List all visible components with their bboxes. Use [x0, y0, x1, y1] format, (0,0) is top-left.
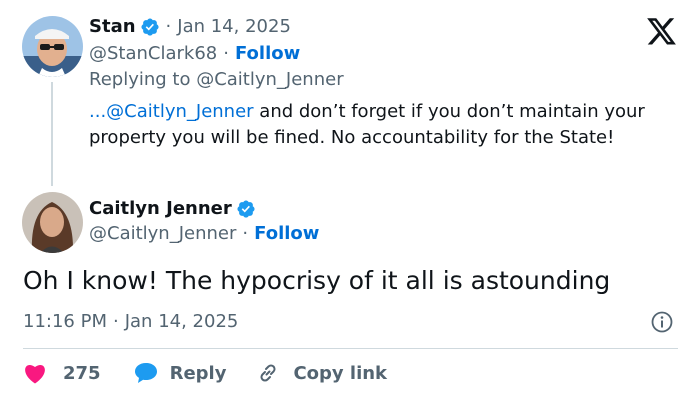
- quoted-handle[interactable]: @StanClark68: [89, 43, 217, 64]
- heart-icon: [25, 365, 45, 384]
- follow-stan-button[interactable]: Follow: [235, 43, 300, 64]
- tweet-text: Oh I know! The hypocrisy of it all is as…: [23, 266, 611, 295]
- x-logo-icon[interactable]: [647, 18, 677, 46]
- tweet-date: Jan 14, 2025: [124, 311, 239, 332]
- mention-link[interactable]: ...@Caitlyn_Jenner: [89, 101, 254, 122]
- copy-link-button[interactable]: Copy link: [256, 361, 387, 385]
- tweet-time: 11:16 PM: [23, 311, 107, 332]
- like-count: 275: [63, 362, 101, 384]
- tweet-handle[interactable]: @Caitlyn_Jenner: [89, 223, 236, 244]
- tweet-author-name[interactable]: Caitlyn Jenner: [89, 198, 232, 219]
- verified-badge-icon: [236, 199, 256, 219]
- caitlyn-avatar[interactable]: [22, 192, 83, 253]
- quoted-date[interactable]: Jan 14, 2025: [177, 16, 291, 37]
- stan-avatar[interactable]: [22, 16, 83, 77]
- like-button[interactable]: 275: [23, 362, 101, 384]
- tweet-handle-row: @Caitlyn_Jenner · Follow: [89, 223, 319, 244]
- follow-caitlyn-button[interactable]: Follow: [254, 223, 319, 244]
- tweet-header: Caitlyn Jenner: [89, 198, 256, 219]
- replying-handle[interactable]: @Caitlyn_Jenner: [196, 69, 343, 90]
- divider: [23, 348, 678, 349]
- replying-to: Replying to @Caitlyn_Jenner: [89, 69, 344, 90]
- reply-label: Reply: [169, 362, 227, 384]
- reply-button[interactable]: Reply: [134, 362, 227, 384]
- tweet-timestamp[interactable]: 11:16 PM · Jan 14, 2025: [23, 311, 238, 332]
- verified-badge-icon: [140, 17, 160, 37]
- dot-separator: ·: [165, 16, 172, 37]
- dot-separator: ·: [242, 223, 249, 244]
- dot-separator: ·: [112, 311, 119, 332]
- thread-connector-line: [51, 82, 53, 186]
- quoted-author-name[interactable]: Stan: [89, 16, 136, 37]
- quoted-handle-row: @StanClark68 · Follow: [89, 43, 300, 64]
- reply-bubble-icon: [134, 363, 157, 383]
- copy-link-label: Copy link: [293, 362, 388, 384]
- action-bar: 275 Reply Copy link: [23, 360, 387, 386]
- quoted-tweet-text: ...@Caitlyn_Jenner and don’t forget if y…: [89, 99, 649, 151]
- replying-prefix: Replying to: [89, 69, 197, 90]
- quoted-header: Stan · Jan 14, 2025: [89, 16, 291, 37]
- link-icon: [260, 364, 276, 382]
- dot-separator: ·: [223, 43, 229, 64]
- info-icon[interactable]: [651, 311, 673, 333]
